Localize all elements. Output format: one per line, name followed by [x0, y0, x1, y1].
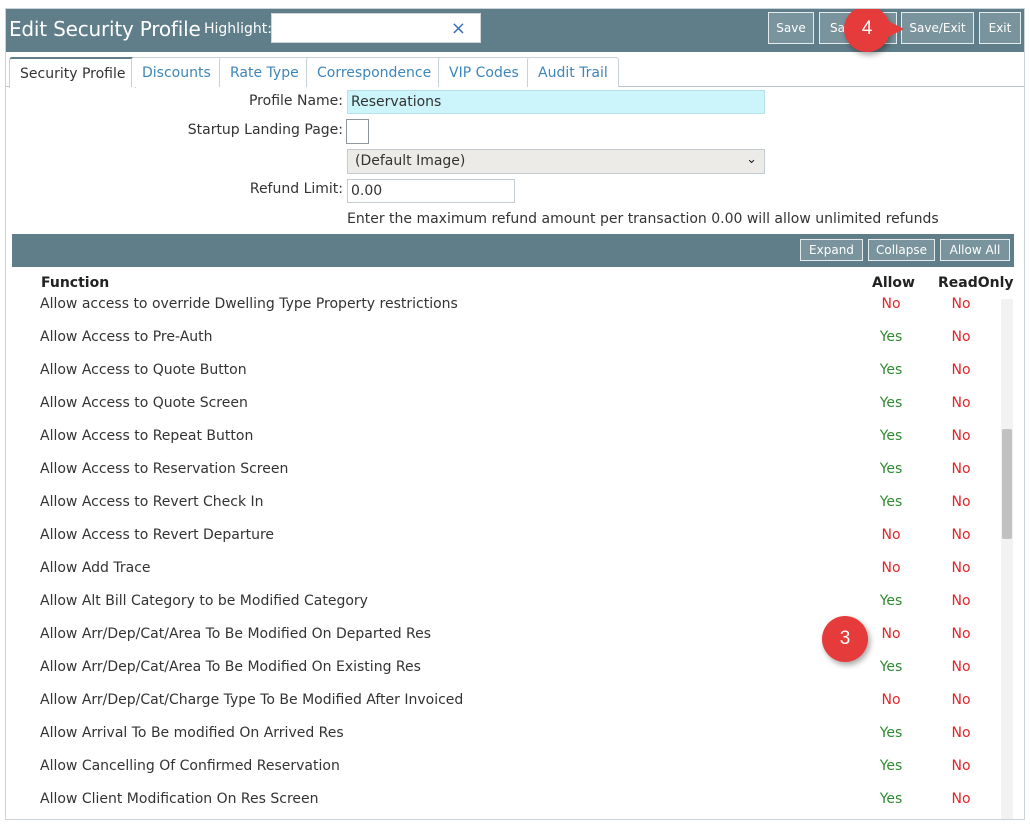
readonly-toggle[interactable]: No	[936, 329, 986, 345]
allow-all-button[interactable]: Allow All	[940, 239, 1010, 261]
allow-toggle[interactable]: Yes	[866, 725, 916, 741]
table-row: Allow Arrival To Be modified On Arrived …	[6, 725, 996, 758]
function-name: Allow Access to Pre-Auth	[40, 329, 213, 345]
table-row: Allow Access to Quote Screen Yes No	[6, 395, 996, 428]
function-grid-toolbar: Expand Collapse Allow All	[12, 234, 1014, 267]
page-title: Edit Security Profile	[9, 17, 201, 41]
column-header-readonly: ReadOnly	[938, 275, 1014, 291]
function-name: Allow Cancelling Of Confirmed Reservatio…	[40, 758, 340, 774]
highlight-label: Highlight:	[204, 21, 272, 37]
save-exit-button[interactable]: Save/Exit	[901, 12, 974, 44]
function-name: Allow Alt Bill Category to be Modified C…	[40, 593, 368, 609]
function-name: Allow Access to Revert Check In	[40, 494, 264, 510]
function-name: Allow Access to Quote Button	[40, 362, 247, 378]
tab-audit-trail[interactable]: Audit Trail	[527, 57, 619, 87]
function-name: Allow Access to Reservation Screen	[40, 461, 289, 477]
readonly-toggle[interactable]: No	[936, 494, 986, 510]
function-name: Allow Client Modification On Res Screen	[40, 791, 319, 807]
readonly-toggle[interactable]: No	[936, 659, 986, 675]
column-header-allow: Allow	[872, 275, 915, 291]
readonly-toggle[interactable]: No	[936, 560, 986, 576]
clear-icon[interactable]: ×	[451, 18, 466, 39]
tab-correspondence[interactable]: Correspondence	[306, 57, 443, 87]
readonly-toggle[interactable]: No	[936, 362, 986, 378]
readonly-toggle[interactable]: No	[936, 296, 986, 312]
edit-security-profile-window: Edit Security Profile Highlight: × Save …	[5, 8, 1025, 820]
allow-toggle[interactable]: No	[866, 527, 916, 543]
tab-vip-codes[interactable]: VIP Codes	[438, 57, 530, 87]
allow-toggle[interactable]: No	[866, 296, 916, 312]
callout-step-4: 4	[844, 9, 904, 52]
table-row: Allow Client Modification On Res Screen Y…	[6, 791, 996, 819]
allow-toggle[interactable]: Yes	[866, 494, 916, 510]
allow-toggle[interactable]: Yes	[866, 791, 916, 807]
readonly-toggle[interactable]: No	[936, 626, 986, 642]
table-row: Allow Access to Pre-Auth Yes No	[6, 329, 996, 362]
save-button[interactable]: Save	[768, 12, 814, 44]
allow-toggle[interactable]: Yes	[866, 395, 916, 411]
readonly-toggle[interactable]: No	[936, 527, 986, 543]
function-name: Allow Arr/Dep/Cat/Charge Type To Be Modi…	[40, 692, 464, 708]
table-row: Allow Access to Quote Button Yes No	[6, 362, 996, 395]
highlight-input-box: ×	[271, 13, 481, 43]
readonly-toggle[interactable]: No	[936, 791, 986, 807]
refund-limit-label: Refund Limit:	[249, 181, 343, 197]
table-row: Allow Arr/Dep/Cat/Charge Type To Be Modi…	[6, 692, 996, 725]
callout-step-3: 3	[822, 616, 868, 662]
exit-button[interactable]: Exit	[979, 12, 1021, 44]
column-header-function: Function	[41, 275, 110, 291]
table-row: Allow Arr/Dep/Cat/Area To Be Modified On…	[6, 659, 996, 692]
function-name: Allow Arr/Dep/Cat/Area To Be Modified On…	[40, 659, 421, 675]
function-name: Allow Add Trace	[40, 560, 151, 576]
tab-rate-type[interactable]: Rate Type	[219, 57, 310, 87]
allow-toggle[interactable]: No	[866, 692, 916, 708]
table-row: Allow Access to Reservation Screen Yes No	[6, 461, 996, 494]
refund-hint-text: Enter the maximum refund amount per tran…	[347, 211, 939, 227]
readonly-toggle[interactable]: No	[936, 461, 986, 477]
function-name: Allow Access to Repeat Button	[40, 428, 254, 444]
table-row: Allow access to override Dwelling Type P…	[6, 296, 996, 329]
tab-security-profile[interactable]: Security Profile	[9, 57, 137, 88]
readonly-toggle[interactable]: No	[936, 692, 986, 708]
startup-landing-page-label: Startup Landing Page:	[187, 122, 343, 138]
function-name: Allow access to override Dwelling Type P…	[40, 296, 458, 312]
profile-name-label: Profile Name:	[248, 93, 343, 109]
collapse-button[interactable]: Collapse	[868, 239, 935, 261]
readonly-toggle[interactable]: No	[936, 758, 986, 774]
profile-name-input[interactable]	[347, 90, 765, 114]
table-row: Allow Cancelling Of Confirmed Reservatio…	[6, 758, 996, 791]
image-select-value: (Default Image)	[355, 153, 466, 169]
table-row: Allow Add Trace No No	[6, 560, 996, 593]
tab-bar: Security Profile Discounts Rate Type Cor…	[6, 52, 1024, 88]
function-name: Allow Access to Quote Screen	[40, 395, 248, 411]
scrollbar[interactable]	[1001, 299, 1013, 819]
scrollbar-thumb[interactable]	[1002, 429, 1012, 539]
table-row: Allow Access to Revert Departure No No	[6, 527, 996, 560]
highlight-input[interactable]	[274, 16, 444, 40]
table-row: Allow Access to Revert Check In Yes No	[6, 494, 996, 527]
allow-toggle[interactable]: Yes	[866, 428, 916, 444]
allow-toggle[interactable]: Yes	[866, 362, 916, 378]
allow-toggle[interactable]: Yes	[866, 758, 916, 774]
image-select[interactable]: (Default Image) ⌄	[347, 149, 765, 174]
function-name: Allow Arrival To Be modified On Arrived …	[40, 725, 344, 741]
allow-toggle[interactable]: Yes	[866, 659, 916, 675]
startup-landing-page-checkbox[interactable]	[346, 119, 369, 144]
allow-toggle[interactable]: Yes	[866, 593, 916, 609]
expand-button[interactable]: Expand	[800, 239, 863, 261]
readonly-toggle[interactable]: No	[936, 593, 986, 609]
readonly-toggle[interactable]: No	[936, 725, 986, 741]
allow-toggle[interactable]: Yes	[866, 329, 916, 345]
function-name: Allow Access to Revert Departure	[40, 527, 275, 543]
readonly-toggle[interactable]: No	[936, 428, 986, 444]
allow-toggle[interactable]: No	[866, 626, 916, 642]
allow-toggle[interactable]: No	[866, 560, 916, 576]
allow-toggle[interactable]: Yes	[866, 461, 916, 477]
table-row: Allow Access to Repeat Button Yes No	[6, 428, 996, 461]
tab-discounts[interactable]: Discounts	[131, 57, 222, 87]
readonly-toggle[interactable]: No	[936, 395, 986, 411]
refund-limit-input[interactable]	[347, 179, 515, 203]
chevron-down-icon: ⌄	[746, 152, 757, 167]
function-name: Allow Arr/Dep/Cat/Area To Be Modified On…	[40, 626, 432, 642]
